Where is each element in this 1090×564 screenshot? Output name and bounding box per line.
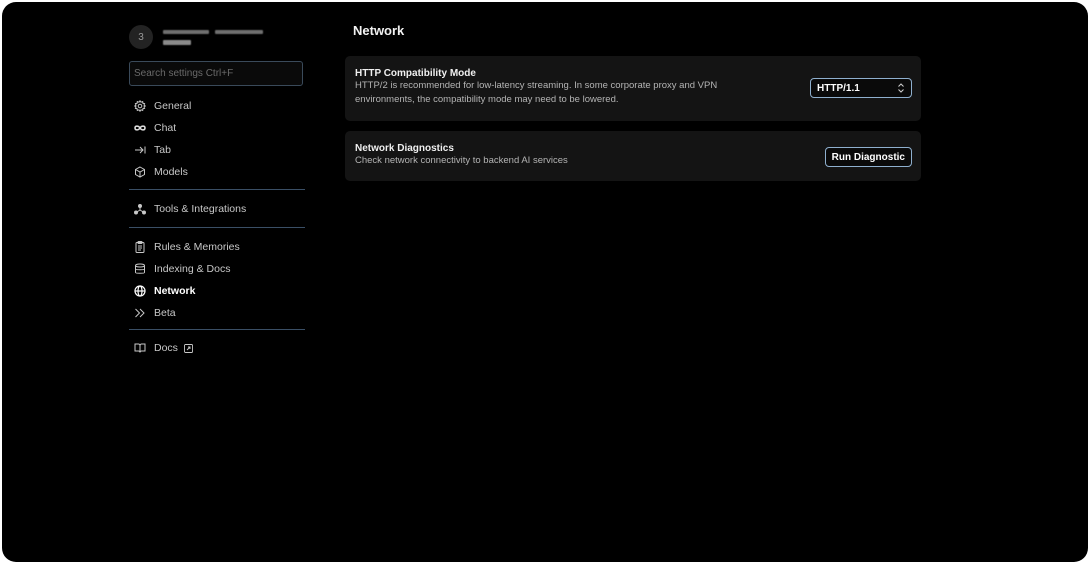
infinity-icon — [133, 121, 147, 135]
sidebar-item-beta[interactable]: Beta — [133, 302, 305, 324]
sidebar-item-models[interactable]: Models — [133, 161, 305, 183]
nav-group-docs: Docs — [133, 337, 305, 359]
sidebar-item-label: Chat — [154, 122, 177, 134]
sidebar-item-label: Beta — [154, 307, 176, 319]
account-header[interactable]: 3 — [129, 24, 273, 50]
run-diagnostic-button[interactable]: Run Diagnostic — [824, 147, 912, 167]
http-compat-card: HTTP Compatibility Mode HTTP/2 is recomm… — [345, 56, 921, 121]
sidebar-divider — [129, 189, 305, 190]
globe-icon — [133, 284, 147, 298]
sidebar-item-tab[interactable]: Tab — [133, 139, 305, 161]
account-name-redacted — [163, 26, 273, 48]
clipboard-icon — [133, 240, 147, 254]
sidebar-item-tools-integrations[interactable]: Tools & Integrations — [133, 198, 305, 220]
sidebar-item-label: Tab — [154, 144, 171, 156]
sidebar-item-label: Rules & Memories — [154, 241, 240, 253]
network-nodes-icon — [133, 202, 147, 216]
sidebar-item-network[interactable]: Network — [133, 280, 305, 302]
http-mode-value: HTTP/1.1 — [817, 82, 860, 94]
sidebar-divider — [129, 329, 305, 330]
sidebar-item-label: Indexing & Docs — [154, 263, 231, 275]
database-icon — [133, 262, 147, 276]
sidebar-item-chat[interactable]: Chat — [133, 117, 305, 139]
cube-icon — [133, 165, 147, 179]
gear-icon — [133, 99, 147, 113]
page-title: Network — [353, 23, 405, 38]
sidebar-item-label: Models — [154, 166, 188, 178]
sidebar-item-label: Tools & Integrations — [154, 203, 247, 215]
http-compat-desc-line1: HTTP/2 is recommended for low-latency st… — [355, 80, 718, 91]
sidebar-item-rules-memories[interactable]: Rules & Memories — [133, 236, 305, 258]
nav-group-tools: Tools & Integrations — [133, 198, 305, 220]
nav-group-context: Rules & Memories Indexing & Docs Network… — [133, 236, 305, 324]
search-input[interactable] — [129, 61, 303, 86]
book-icon — [133, 341, 147, 355]
tab-arrow-icon — [133, 143, 147, 157]
sidebar-item-label: Docs — [154, 342, 178, 354]
chevron-up-down-icon — [896, 82, 906, 94]
http-compat-desc-line2: environments, the compatibility mode may… — [355, 94, 619, 105]
sidebar: 3 General — [129, 2, 305, 562]
settings-window: 3 General — [2, 2, 1088, 562]
network-diagnostics-title: Network Diagnostics — [355, 143, 454, 154]
sidebar-item-general[interactable]: General — [133, 95, 305, 117]
sidebar-item-label: Network — [154, 285, 196, 297]
double-chevron-icon — [133, 306, 147, 320]
sidebar-divider — [129, 227, 305, 228]
network-diagnostics-desc: Check network connectivity to backend AI… — [355, 155, 568, 166]
sidebar-item-indexing-docs[interactable]: Indexing & Docs — [133, 258, 305, 280]
http-compat-title: HTTP Compatibility Mode — [355, 68, 476, 79]
avatar[interactable]: 3 — [129, 25, 153, 49]
http-mode-select[interactable]: HTTP/1.1 — [810, 78, 912, 98]
network-diagnostics-card: Network Diagnostics Check network connec… — [345, 131, 921, 181]
sidebar-item-docs[interactable]: Docs — [133, 337, 305, 359]
nav-group-main: General Chat Tab Models — [133, 95, 305, 183]
external-link-icon — [183, 343, 193, 353]
sidebar-item-label: General — [154, 100, 192, 112]
http-compat-desc: HTTP/2 is recommended for low-latency st… — [355, 79, 795, 107]
